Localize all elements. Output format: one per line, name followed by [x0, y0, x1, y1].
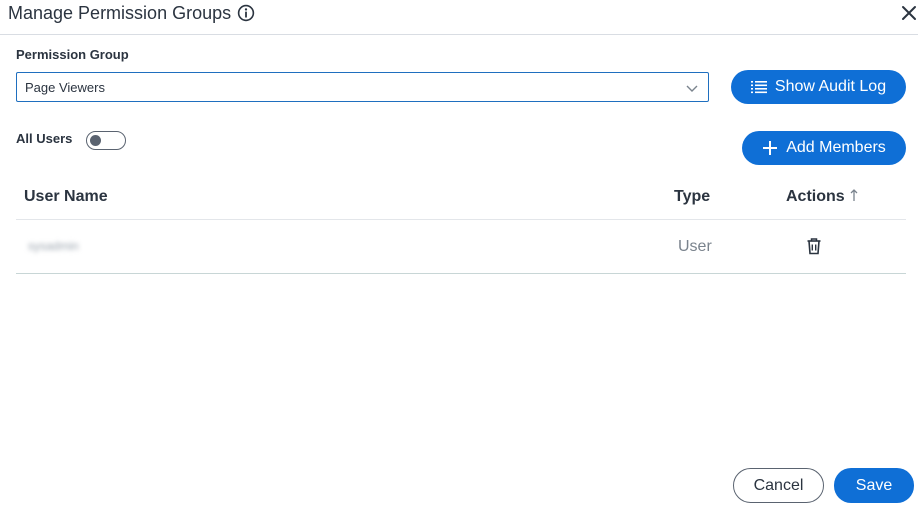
dialog-title: Manage Permission Groups — [8, 3, 232, 23]
show-audit-log-label: Show Audit Log — [774, 78, 887, 95]
cancel-button[interactable]: Cancel — [733, 468, 824, 503]
table-row: sysadmin User — [16, 220, 906, 274]
toggle-knob — [90, 135, 101, 146]
list-icon — [750, 81, 767, 94]
type-cell: User — [678, 238, 712, 255]
add-members-label: Add Members — [786, 139, 886, 156]
column-header-actions-label: Actions — [786, 188, 845, 205]
chevron-down-icon — [686, 85, 698, 92]
info-icon[interactable] — [237, 4, 255, 22]
trash-icon[interactable] — [806, 237, 822, 255]
sort-ascending-icon — [850, 189, 858, 201]
all-users-toggle[interactable] — [86, 131, 126, 150]
column-header-user-name[interactable]: User Name — [24, 188, 108, 206]
save-button[interactable]: Save — [834, 468, 914, 503]
permission-group-selected-value: Page Viewers — [25, 80, 105, 95]
show-audit-log-button[interactable]: Show Audit Log — [731, 70, 906, 104]
permission-group-label: Permission Group — [16, 47, 129, 62]
permission-group-select[interactable]: Page Viewers — [16, 72, 709, 102]
save-label: Save — [855, 476, 893, 494]
dialog-header: Manage Permission Groups — [0, 0, 918, 35]
manage-permission-groups-dialog: Manage Permission Groups Permission Grou… — [0, 0, 918, 511]
column-header-type[interactable]: Type — [674, 188, 710, 206]
column-header-actions[interactable]: Actions — [786, 188, 859, 206]
plus-icon — [763, 141, 778, 155]
all-users-label: All Users — [16, 131, 73, 146]
user-name-cell: sysadmin — [28, 239, 79, 253]
add-members-button[interactable]: Add Members — [742, 131, 906, 165]
close-icon[interactable] — [900, 4, 918, 22]
